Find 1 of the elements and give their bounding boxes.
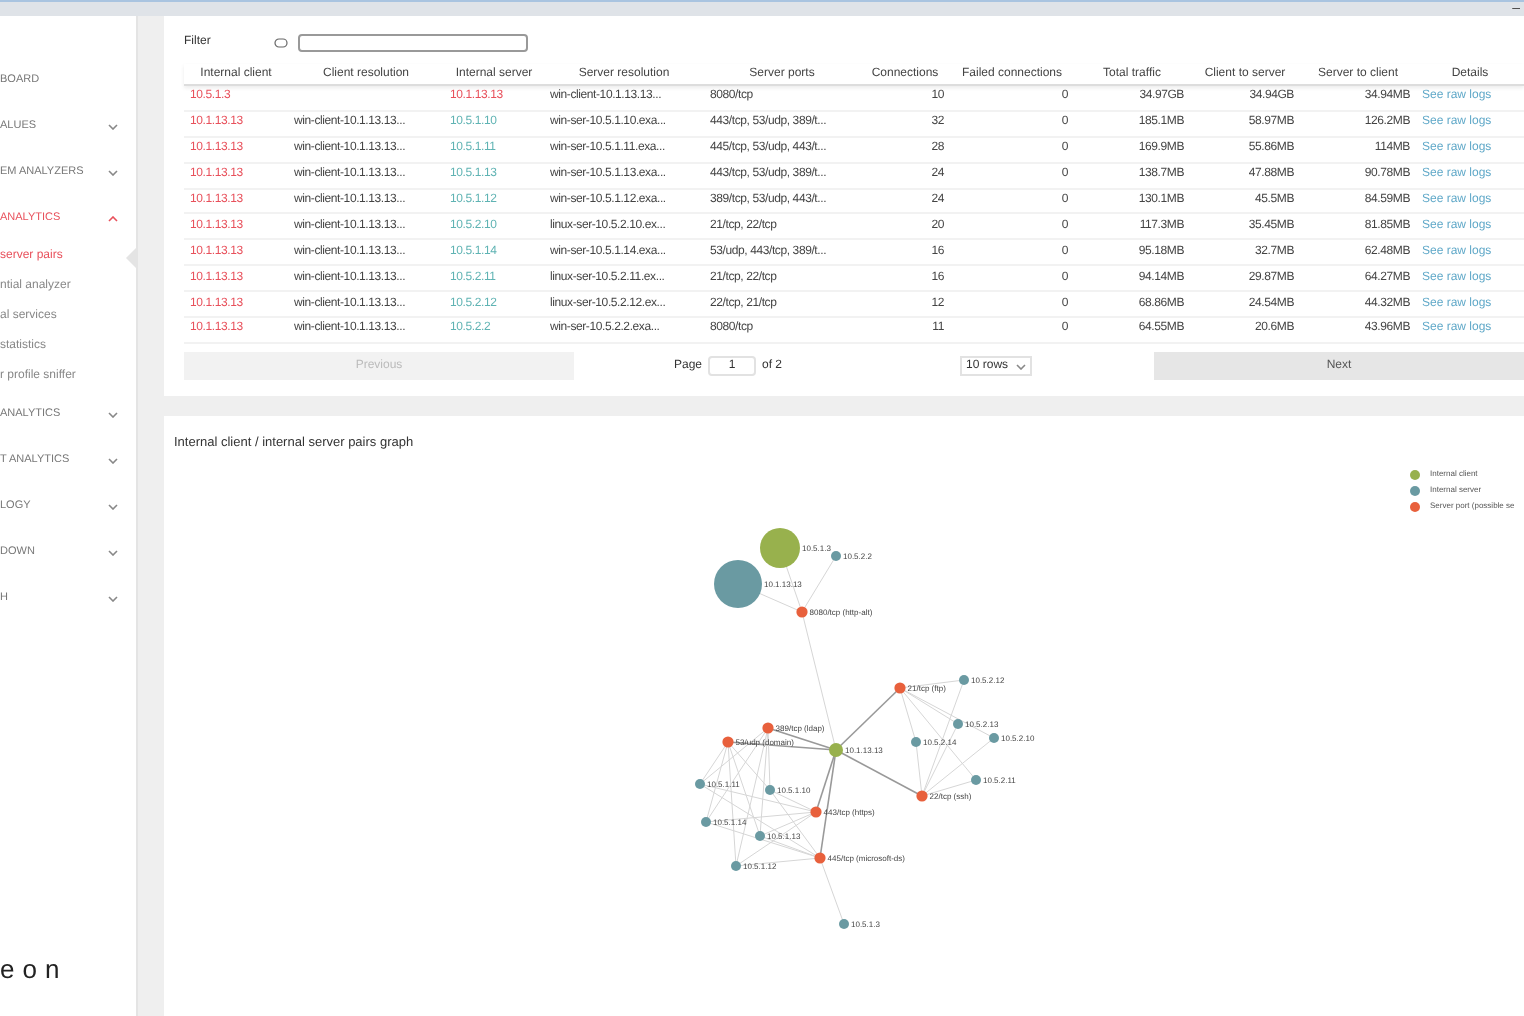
logo: eon	[0, 951, 70, 987]
